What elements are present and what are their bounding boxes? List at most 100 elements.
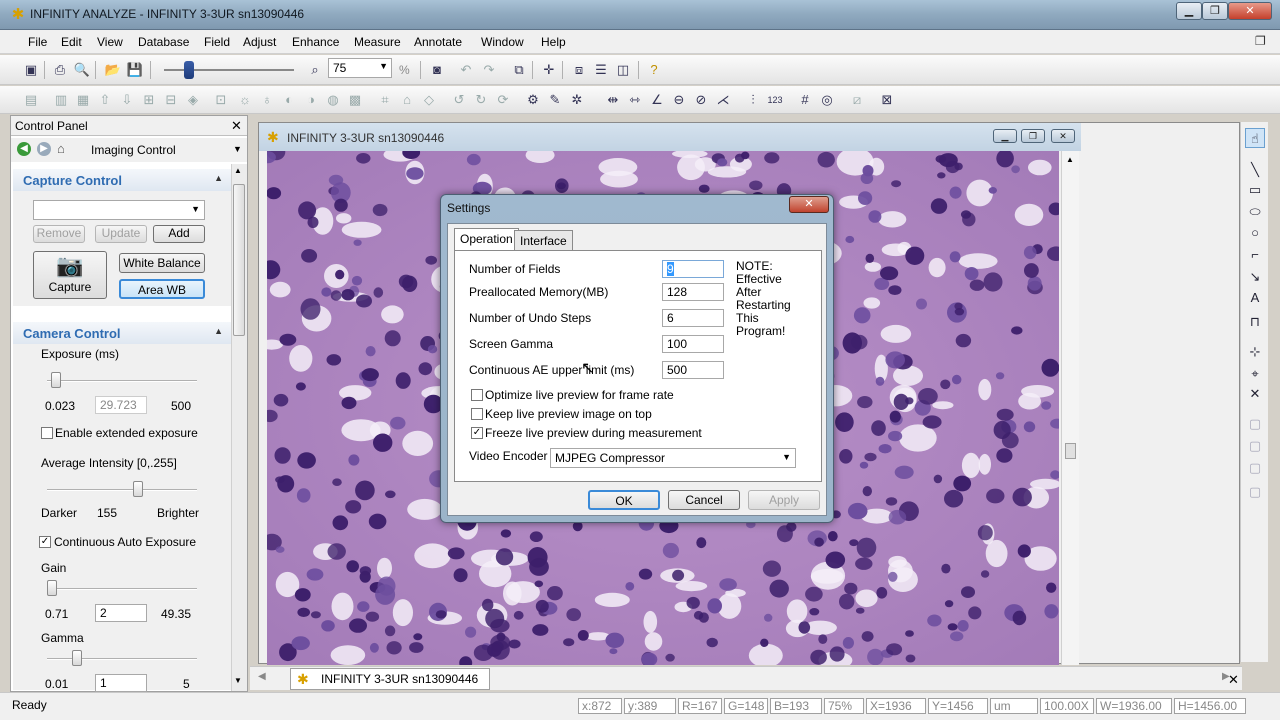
tab-interface[interactable]: Interface [514,230,573,250]
menu-annotate[interactable]: Annotate [414,35,462,49]
fields-input[interactable]: 9 [662,260,724,278]
exposure-slider-thumb[interactable] [50,372,61,388]
tool-icon-12[interactable]: ⌂ [398,91,416,109]
print-icon[interactable]: ⎙ [51,61,69,79]
menu-measure[interactable]: Measure [354,35,401,49]
avg-intensity-slider[interactable] [47,489,197,491]
gain-slider[interactable] [47,588,197,590]
undo-icon[interactable]: ↶ [457,61,475,79]
layer-icon-4[interactable]: ▢ [1245,482,1265,502]
collapse-icon[interactable]: ▲ [214,326,223,336]
measure-icon-5[interactable]: ⋌ [714,91,732,109]
back-icon[interactable]: ◀ [17,142,31,156]
freeze-preview-checkbox[interactable]: ✓ [471,427,483,439]
gamma-slider-thumb[interactable] [72,650,82,666]
child-minimize-button[interactable]: ▁ [993,129,1017,143]
tool-icon-6[interactable]: ◈ [184,91,202,109]
exposure-slider[interactable] [47,380,197,382]
keep-on-top-checkbox[interactable] [471,408,483,420]
layer-icon-1[interactable]: ▢ [1245,414,1265,434]
extended-exposure-checkbox[interactable] [41,427,53,439]
menu-field[interactable]: Field [204,35,230,49]
area-wb-button[interactable]: Area WB [119,279,205,299]
tool-icon-5[interactable]: ⊟ [162,91,180,109]
tool-icon-4[interactable]: ⊞ [140,91,158,109]
layer-icon-2[interactable]: ▢ [1245,436,1265,456]
save-icon[interactable]: 💾 [126,61,144,79]
gain-input[interactable]: 2 [95,604,147,622]
arrow-up-icon[interactable]: ⇧ [96,91,114,109]
settings-icon[interactable]: ✲ [568,91,586,109]
collapse-icon[interactable]: ▲ [214,173,223,183]
optimize-preview-checkbox[interactable] [471,389,483,401]
gear-icon[interactable]: ⚙ [524,91,542,109]
selection-icon[interactable]: ⊹ [1245,342,1265,362]
control-panel-scrollbar[interactable]: ▲ ▼ [231,164,247,691]
maximize-button[interactable]: ❐ [1202,2,1228,20]
polygon-icon[interactable]: ⌐ [1245,245,1265,265]
arrow-icon[interactable]: ↘ [1245,267,1265,287]
capture-control-header[interactable]: Capture Control ▲ [13,169,231,191]
layer-icon-3[interactable]: ▢ [1245,458,1265,478]
target-icon[interactable]: ◎ [818,91,836,109]
forward-icon[interactable]: ▶ [37,142,51,156]
chevron-down-icon[interactable]: ▼ [233,144,242,154]
bulb-icon[interactable]: ♁ [258,91,276,109]
dialog-close-button[interactable]: ✕ [789,196,829,213]
pointer-icon[interactable]: ☝ [1245,128,1265,148]
child-close-button[interactable]: ✕ [1051,129,1075,143]
gain-slider-thumb[interactable] [46,580,57,596]
scroll-thumb[interactable] [1065,443,1076,459]
scroll-thumb[interactable] [233,184,245,336]
cancel-button[interactable]: Cancel [668,490,740,510]
circle-icon[interactable]: ○ [1245,223,1265,243]
zoom-slider-thumb[interactable] [184,61,194,79]
tool-icon-2[interactable]: ▥ [52,91,70,109]
angle-icon[interactable]: ∠ [648,91,666,109]
histogram-icon[interactable]: ⫶ [744,91,762,109]
tool-icon-8[interactable]: ◑ [302,91,320,109]
capture-button[interactable]: 📷 Capture [33,251,107,299]
apply-button[interactable]: Apply [748,490,820,510]
tool-icon-10[interactable]: ▩ [346,91,364,109]
measure-icon-2[interactable]: ⇿ [626,91,644,109]
print-preview-icon[interactable]: 🔍 [73,61,91,79]
delete-icon[interactable]: ✕ [1245,384,1265,404]
monitor-icon[interactable]: ▣ [22,61,40,79]
text-icon[interactable]: A [1245,288,1265,308]
auto-exposure-checkbox[interactable]: ✓ [39,536,51,548]
memory-input[interactable]: 128 [662,283,724,301]
exposure-input[interactable]: 29.723 [95,396,147,414]
measure-icon-4[interactable]: ⊘ [692,91,710,109]
undo-input[interactable]: 6 [662,309,724,327]
open-folder-icon[interactable]: 📂 [104,61,122,79]
tool-icon-11[interactable]: ⌗ [376,91,394,109]
grid-icon[interactable]: # [796,91,814,109]
image-vscrollbar[interactable]: ▲ [1061,151,1079,665]
menu-enhance[interactable]: Enhance [292,35,339,49]
tool-icon-9[interactable]: ◍ [324,91,342,109]
camera-snapshot-icon[interactable]: ◙ [428,61,446,79]
rotate-icon[interactable]: ⟳ [494,91,512,109]
cascade-icon[interactable]: ⧈ [570,61,588,79]
help-icon[interactable]: ? [645,61,663,79]
video-encoder-select[interactable]: MJPEG Compressor ▼ [550,448,796,468]
scroll-down-icon[interactable]: ▼ [234,676,242,685]
scroll-up-icon[interactable]: ▲ [234,166,242,175]
update-button[interactable]: Update [95,225,147,243]
tile-horizontal-icon[interactable]: ☰ [592,61,610,79]
menu-view[interactable]: View [97,35,123,49]
scroll-up-icon[interactable]: ▲ [1066,155,1074,164]
rectangle-icon[interactable]: ▭ [1245,180,1265,200]
mdi-tab[interactable]: ✱ INFINITY 3-3UR sn13090446 [290,668,490,690]
menu-adjust[interactable]: Adjust [243,35,276,49]
ok-button[interactable]: OK [588,490,660,510]
tool-icon-13[interactable]: ◇ [420,91,438,109]
menu-file[interactable]: File [28,35,47,49]
arrow-down-icon[interactable]: ⇩ [118,91,136,109]
tool-icon-1[interactable]: ▤ [22,91,40,109]
pen-icon[interactable]: ✎ [546,91,564,109]
ae-limit-input[interactable]: 500 [662,361,724,379]
tile-vertical-icon[interactable]: ◫ [614,61,632,79]
measure-icon-3[interactable]: ⊖ [670,91,688,109]
